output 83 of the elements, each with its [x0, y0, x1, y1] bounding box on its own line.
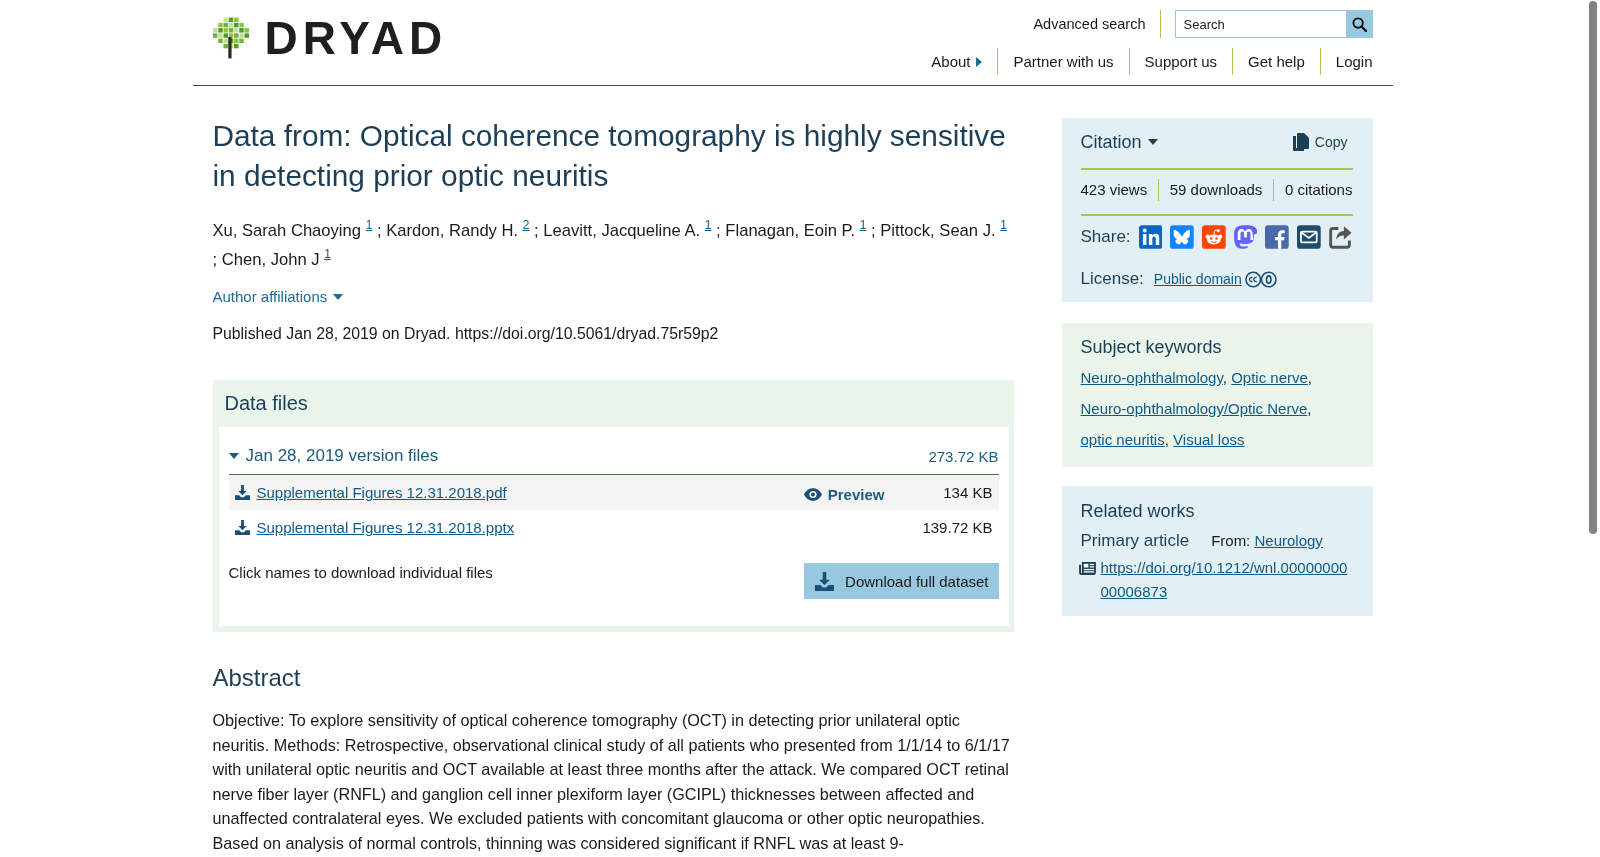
- file-link[interactable]: Supplemental Figures 12.31.2018.pptx: [234, 519, 515, 536]
- search-field[interactable]: Search: [1174, 10, 1346, 38]
- copy-button[interactable]: Copy: [1292, 133, 1348, 151]
- keyword-link[interactable]: Neuro-ophthalmology/Optic Nerve: [1080, 400, 1308, 417]
- caret-right-icon: [976, 56, 983, 67]
- stat-text: 423 views: [1080, 180, 1148, 200]
- page-title: Data from: Optical coherence tomography is highly sensitive in detecting prior optic neuritis: [212, 118, 1007, 194]
- download-icon: [815, 571, 835, 591]
- version-toggle[interactable]: Jan 28, 2019 version files: [228, 446, 439, 466]
- tree-logo-icon[interactable]: [212, 17, 249, 59]
- share-icon[interactable]: [1328, 225, 1353, 249]
- reddit-icon[interactable]: [1202, 225, 1226, 249]
- separator-text: ,: [1307, 400, 1312, 417]
- file-size: 139.72 KB: [922, 519, 993, 536]
- author-name: Pittock, Sean J.: [880, 221, 996, 240]
- nav-link[interactable]: Get help: [1248, 48, 1305, 75]
- affiliation-link[interactable]: 1: [859, 218, 867, 232]
- citation-toggle[interactable]: Citation: [1080, 131, 1158, 153]
- facebook-icon[interactable]: [1265, 225, 1290, 249]
- total-size: 273.72 KB: [928, 447, 999, 465]
- keyword-link[interactable]: Optic nerve: [1231, 369, 1308, 386]
- keyword-link[interactable]: optic neuritis: [1080, 431, 1165, 448]
- file-size: 134 KB: [943, 484, 993, 501]
- license-label: License:: [1080, 269, 1144, 289]
- search-button[interactable]: [1345, 10, 1373, 38]
- preview-button[interactable]: Preview: [803, 485, 885, 503]
- published-text: Published Jan 28, 2019 on Dryad. https://doi.org/10.5061/dryad.75r59p2: [212, 324, 720, 344]
- abstract-text: Objective: To explore sensitivity of optical coherence tomography (OCT) in detecting prior unilateral optic neuritis. Methods: Retrospective, observational clinical study of all patients who presented from 1/1/14 to 6/1/17 with unilateral optic neuritis and OCT available at least three months after the attack. We compared OCT retinal nerve fiber layer (RNFL) and ganglion cell inner plexiform layer (GCIPL) thicknesses between affected and unaffected contralateral eyes. We excluded patients with concomitant glaucoma or other optic neuropathies. Based on analysis of normal controls, thinning was considered significant if RNFL was at least 9-: [212, 710, 1011, 854]
- article-type: Primary article: [1080, 530, 1190, 552]
- separator-text: ;: [212, 250, 218, 269]
- separator-text: ;: [376, 221, 382, 240]
- section-heading: Abstract: [212, 663, 302, 693]
- logo-text[interactable]: DRYAD: [264, 15, 448, 61]
- nav-link[interactable]: Partner with us: [1013, 48, 1114, 75]
- email-icon[interactable]: [1297, 225, 1321, 249]
- from-label: From:: [1211, 532, 1251, 549]
- separator-text: ,: [1307, 369, 1313, 386]
- butterfly-icon[interactable]: [1170, 225, 1194, 249]
- affiliation-link[interactable]: 1: [365, 218, 373, 232]
- stat-text: 59 downloads: [1169, 180, 1263, 200]
- nav-link[interactable]: Support us: [1144, 48, 1218, 75]
- nav-menu[interactable]: About: [931, 48, 983, 75]
- file-link[interactable]: Supplemental Figures 12.31.2018.pdf: [234, 484, 507, 501]
- linkedin-icon[interactable]: [1138, 225, 1163, 249]
- author-name: Kardon, Randy H.: [386, 221, 519, 240]
- separator-text: ,: [1164, 431, 1169, 448]
- separator-text: ;: [716, 221, 721, 240]
- share-label: Share:: [1080, 227, 1131, 247]
- affiliation-link[interactable]: 1: [704, 218, 712, 232]
- eye-icon: [803, 487, 822, 501]
- affiliation-link[interactable]: 2: [522, 218, 530, 232]
- author-name: Leavitt, Jacqueline A.: [543, 221, 701, 240]
- affiliation-link[interactable]: 1: [324, 247, 331, 261]
- download-icon: [234, 485, 250, 500]
- scrollbar-thumb[interactable]: [1589, 1, 1597, 534]
- section-heading: Data files: [223, 391, 309, 416]
- search-icon: [1351, 16, 1367, 32]
- panel-heading: Related works: [1080, 500, 1196, 523]
- stat-text: 0 citations: [1284, 180, 1353, 200]
- download-button[interactable]: Download full dataset: [804, 563, 999, 599]
- affiliation-link[interactable]: 1: [1000, 218, 1007, 232]
- mastodon-icon[interactable]: [1233, 225, 1258, 249]
- author-name: Xu, Sarah Chaoying: [212, 221, 362, 240]
- keyword-link[interactable]: Neuro-ophthalmology: [1080, 369, 1223, 386]
- nav-link[interactable]: Login: [1335, 48, 1373, 75]
- keyword-link[interactable]: Visual loss: [1173, 431, 1245, 448]
- hint-text: Click names to download individual files: [228, 563, 493, 583]
- panel-heading: Subject keywords: [1080, 336, 1223, 359]
- cc-zero-icon: [1244, 270, 1277, 288]
- advanced-search-link[interactable]: Advanced search: [1033, 16, 1146, 32]
- author-name: Flanagan, Eoin P.: [725, 221, 856, 240]
- download-icon: [234, 520, 250, 535]
- license-link[interactable]: Public domain: [1153, 271, 1242, 287]
- copy-icon: [1292, 133, 1309, 151]
- author-name: Chen, John J: [221, 250, 320, 269]
- doi-link[interactable]: https://doi.org/10.1212/wnl.0000000000006873: [1100, 556, 1353, 604]
- caret-down-icon: [1147, 139, 1158, 145]
- journal-link[interactable]: Neurology: [1254, 532, 1323, 549]
- separator-text: ;: [534, 221, 539, 240]
- author-affiliations-toggle[interactable]: Author affiliations: [212, 287, 344, 307]
- newspaper-icon: [1078, 561, 1096, 575]
- separator-text: ;: [871, 221, 876, 240]
- caret-down-icon: [333, 294, 344, 300]
